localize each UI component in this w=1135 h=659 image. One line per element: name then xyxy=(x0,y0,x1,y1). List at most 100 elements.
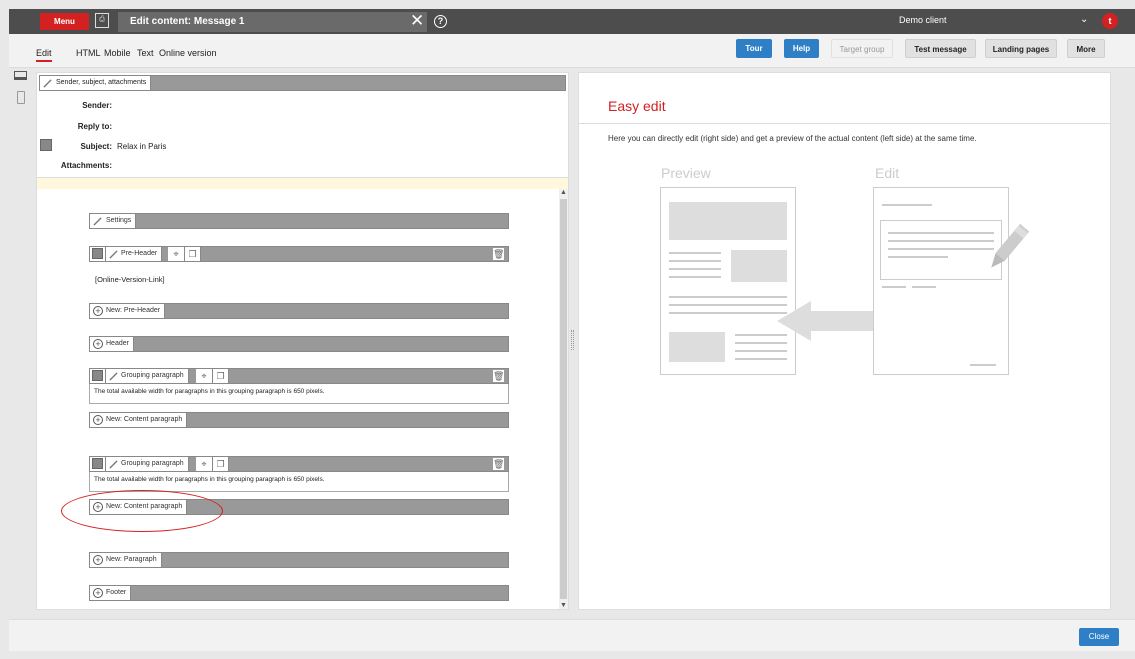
new-paragraph-text: New: Paragraph xyxy=(106,556,157,563)
grouping-2-bar[interactable]: Grouping paragraph ⌖ ❐ 🗑 xyxy=(89,456,509,472)
scroll-down-icon[interactable]: ▼ xyxy=(560,602,567,609)
easy-edit-panel: Easy edit Here you can directly edit (ri… xyxy=(578,72,1111,610)
pencil-icon xyxy=(93,217,102,226)
preheader-avatar-ctrl[interactable] xyxy=(90,247,106,261)
header-fields-text: Sender, subject, attachments xyxy=(56,79,147,86)
message-icon[interactable]: ⎙ xyxy=(95,13,109,28)
copy-icon[interactable]: ❐ xyxy=(213,457,229,471)
pencil-icon xyxy=(991,223,1030,268)
move-icon[interactable]: ⌖ xyxy=(168,247,185,261)
pencil-icon xyxy=(109,250,118,259)
copy-icon[interactable]: ❐ xyxy=(185,247,201,261)
new-preheader-label: + New: Pre-Header xyxy=(90,304,166,318)
tab-online-version[interactable]: Online version xyxy=(159,48,217,58)
footer-text: Footer xyxy=(106,589,127,596)
user-avatar[interactable]: t xyxy=(1102,13,1118,29)
trash-icon[interactable]: 🗑 xyxy=(493,248,504,260)
trash-icon[interactable]: 🗑 xyxy=(493,458,504,470)
new-paragraph-label: + New: Paragraph xyxy=(90,553,162,567)
document-tab-title: Edit content: Message 1 xyxy=(130,16,245,27)
highlight-annotation xyxy=(61,490,223,532)
settings-bar[interactable]: Settings xyxy=(89,213,509,229)
subject-label: Subject: xyxy=(80,142,112,151)
grouping-1-text: Grouping paragraph xyxy=(121,372,184,379)
document-tab[interactable]: Edit content: Message 1 xyxy=(118,12,427,32)
help-icon[interactable]: ? xyxy=(434,15,447,28)
close-tab-icon[interactable]: ✕ xyxy=(410,11,424,31)
edit-label: Edit xyxy=(875,165,900,181)
bottom-bar: Close xyxy=(9,619,1135,651)
header-divider xyxy=(37,177,568,189)
scroll-up-icon[interactable]: ▲ xyxy=(560,189,567,196)
trash-icon[interactable]: 🗑 xyxy=(493,370,504,382)
grouping-2-avatar-ctrl[interactable] xyxy=(90,457,106,471)
move-icon[interactable]: ⌖ xyxy=(196,457,213,471)
person-icon xyxy=(92,458,103,469)
header-label: + Header xyxy=(90,337,134,351)
landing-pages-button[interactable]: Landing pages xyxy=(985,39,1057,58)
grouping-paragraph-2: Grouping paragraph ⌖ ❐ 🗑 The total avail… xyxy=(89,456,509,492)
plus-circle-icon: + xyxy=(93,339,103,349)
panel-splitter[interactable] xyxy=(571,330,574,350)
move-icon[interactable]: ⌖ xyxy=(196,369,213,383)
target-group-button[interactable]: Target group xyxy=(831,39,893,58)
easy-edit-title: Easy edit xyxy=(608,98,666,114)
tab-edit[interactable]: Edit xyxy=(36,48,52,62)
chevron-down-icon[interactable]: ⌄ xyxy=(1080,14,1088,25)
new-preheader-text: New: Pre-Header xyxy=(106,307,161,314)
client-name[interactable]: Demo client xyxy=(899,15,947,25)
settings-text: Settings xyxy=(106,217,132,224)
grouping-1-bar[interactable]: Grouping paragraph ⌖ ❐ 🗑 xyxy=(89,368,509,384)
new-content-1-text: New: Content paragraph xyxy=(106,416,183,423)
preheader-bar[interactable]: Pre-Header ⌖ ❐ 🗑 xyxy=(89,246,509,262)
sender-label: Sender: xyxy=(82,101,112,110)
header-fields-bar[interactable]: Sender, subject, attachments xyxy=(39,75,566,91)
new-preheader-bar[interactable]: + New: Pre-Header xyxy=(89,303,509,319)
help-button[interactable]: Help xyxy=(784,39,819,58)
menu-button[interactable]: Menu xyxy=(40,13,89,30)
footer-label: + Footer xyxy=(90,586,132,600)
close-button[interactable]: Close xyxy=(1079,628,1119,646)
new-paragraph-bar[interactable]: + New: Paragraph xyxy=(89,552,509,568)
tab-html[interactable]: HTML xyxy=(76,48,101,58)
new-content-1-label: + New: Content paragraph xyxy=(90,413,188,427)
grouping-2-label: Grouping paragraph xyxy=(106,457,189,471)
editor-panel: Sender, subject, attachments Sender: Rep… xyxy=(36,72,569,610)
new-content-paragraph-1-bar[interactable]: + New: Content paragraph xyxy=(89,412,509,428)
preview-label: Preview xyxy=(661,165,711,181)
scroll-thumb[interactable] xyxy=(560,199,567,599)
more-button[interactable]: More xyxy=(1067,39,1105,58)
copy-icon[interactable]: ❐ xyxy=(213,369,229,383)
top-bar: Menu ⎙ Edit content: Message 1 ✕ ? Demo … xyxy=(9,9,1135,34)
online-version-link[interactable]: [Online-Version-Link] xyxy=(95,275,165,284)
divider xyxy=(579,123,1110,124)
person-icon xyxy=(92,248,103,259)
subject-value[interactable]: Relax in Paris xyxy=(117,142,166,151)
preheader-text: Pre-Header xyxy=(121,250,158,257)
grouping-1-note: The total available width for paragraphs… xyxy=(94,388,325,395)
plus-circle-icon: + xyxy=(93,588,103,598)
tour-button[interactable]: Tour xyxy=(736,39,772,58)
grouping-2-note: The total available width for paragraphs… xyxy=(94,476,325,483)
edit-illustration xyxy=(873,187,1009,375)
grouping-1-avatar-ctrl[interactable] xyxy=(90,369,106,383)
header-bar[interactable]: + Header xyxy=(89,336,509,352)
test-message-button[interactable]: Test message xyxy=(905,39,976,58)
header-text: Header xyxy=(106,340,129,347)
editor-scrollbar[interactable]: ▲ ▼ xyxy=(559,189,568,609)
tab-mobile[interactable]: Mobile xyxy=(104,48,131,58)
grouping-2-text: Grouping paragraph xyxy=(121,460,184,467)
desktop-view-icon[interactable] xyxy=(14,71,27,80)
tab-text[interactable]: Text xyxy=(137,48,154,58)
settings-label: Settings xyxy=(90,214,137,228)
footer-bar[interactable]: + Footer xyxy=(89,585,509,601)
pencil-icon xyxy=(43,79,52,88)
person-icon xyxy=(92,370,103,381)
grouping-1-label: Grouping paragraph xyxy=(106,369,189,383)
pencil-icon xyxy=(109,372,118,381)
mobile-view-icon[interactable] xyxy=(17,91,25,104)
preheader-label: Pre-Header xyxy=(106,247,163,261)
plus-circle-icon: + xyxy=(93,306,103,316)
pencil-icon xyxy=(109,460,118,469)
preview-illustration xyxy=(660,187,796,375)
